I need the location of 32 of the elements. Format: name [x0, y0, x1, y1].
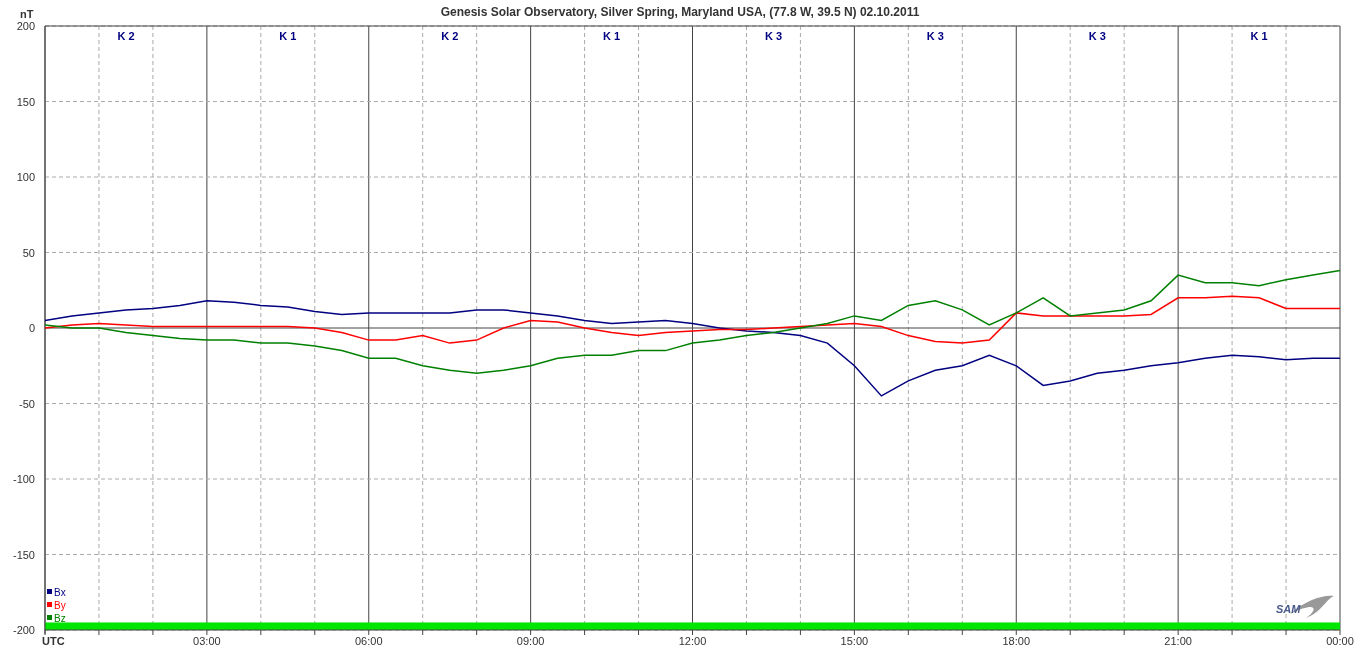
y-tick-label: -100: [12, 473, 35, 485]
legend-label: Bz: [54, 613, 66, 624]
x-axis-label: UTC: [42, 635, 65, 647]
y-tick-label: 150: [16, 95, 35, 108]
k-index-label: K 3: [764, 30, 782, 42]
y-tick-label: 100: [16, 171, 35, 183]
y-axis-label: nT: [20, 8, 34, 20]
y-tick-label: -200: [12, 624, 35, 636]
x-tick-label: 03:00: [193, 635, 221, 647]
k-index-label: K 3: [1088, 30, 1106, 42]
k-index-label: K 1: [1250, 30, 1268, 42]
k-index-label: K 1: [279, 30, 297, 42]
x-tick-label: 00:00: [1326, 635, 1354, 647]
x-tick-label: 18:00: [1002, 635, 1030, 647]
x-tick-label: 09:00: [516, 635, 545, 647]
y-tick-label: 0: [28, 322, 35, 334]
logo: SAM: [1276, 603, 1301, 615]
x-tick-label: 21:00: [1164, 635, 1192, 647]
k-index-label: K 2: [441, 30, 459, 42]
chart-title: Genesis Solar Observatory, Silver Spring, Maryland USA, (77.8 W, 39.5 N) 02.10.2011: [440, 5, 920, 19]
y-tick-label: 200: [16, 20, 35, 32]
k-index-label: K 1: [603, 30, 621, 42]
legend-label: Bx: [54, 587, 66, 598]
x-tick-label: 15:00: [840, 635, 869, 647]
y-tick-label: -50: [19, 397, 35, 410]
k-index-label: K 3: [926, 30, 944, 42]
k-index-label: K 2: [117, 30, 135, 42]
y-tick-label: -150: [12, 548, 35, 561]
legend-label: By: [54, 600, 66, 611]
x-tick-label: 12:00: [678, 635, 707, 647]
y-tick-label: 50: [22, 246, 35, 259]
x-tick-label: 06:00: [355, 635, 383, 647]
